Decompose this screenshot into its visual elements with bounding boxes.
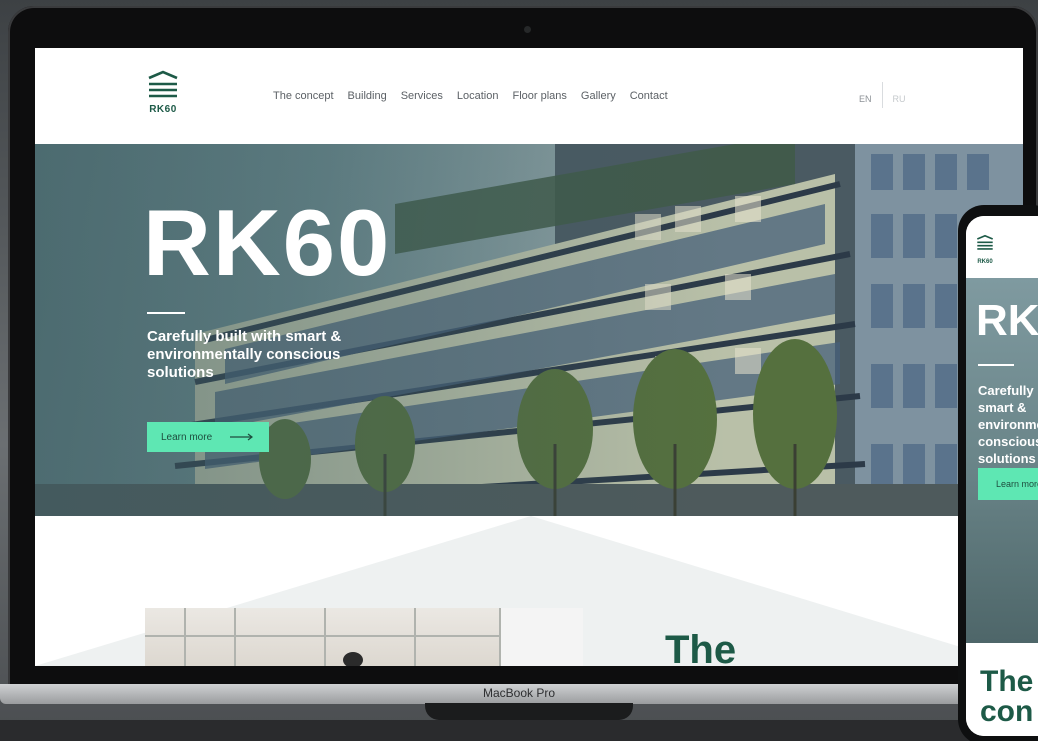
lang-current[interactable]: EN bbox=[859, 94, 872, 104]
mobile-section-title-line2: con bbox=[980, 695, 1034, 728]
device-label: MacBook Pro bbox=[482, 686, 556, 700]
language-switcher: EN RU bbox=[859, 82, 906, 108]
mobile-hero-subtitle: Carefully built with smart & environment… bbox=[978, 383, 1038, 466]
mobile-header: RK60 bbox=[966, 216, 1038, 278]
nav-item-contact[interactable]: Contact bbox=[630, 90, 668, 102]
nav-item-building[interactable]: Building bbox=[348, 90, 387, 102]
floor bbox=[0, 720, 1038, 741]
nav-item-location[interactable]: Location bbox=[457, 90, 499, 102]
arrow-right-icon bbox=[230, 433, 254, 441]
site-header: RK60 The concept Building Services Locat… bbox=[35, 48, 1023, 144]
logo-stack-icon bbox=[148, 70, 178, 98]
learn-more-label: Learn more bbox=[161, 431, 213, 443]
logo[interactable]: RK60 bbox=[143, 70, 183, 122]
nav-item-services[interactable]: Services bbox=[401, 90, 443, 102]
laptop-notch bbox=[425, 703, 633, 720]
lang-other[interactable]: RU bbox=[893, 94, 906, 104]
camera-dot bbox=[524, 26, 531, 33]
hero-section: RK60 Carefully built with smart & enviro… bbox=[35, 144, 1023, 516]
mobile-learn-more-button[interactable]: Learn more bbox=[978, 468, 1038, 500]
hero-title: RK60 bbox=[143, 190, 392, 295]
phone-screen: RK60 RK60 Carefully built with smart & e… bbox=[966, 216, 1038, 736]
main-nav: The concept Building Services Location F… bbox=[273, 90, 668, 102]
concept-section: The bbox=[35, 516, 1023, 666]
mobile-concept-section: The con bbox=[966, 643, 1038, 736]
nav-item-the-concept[interactable]: The concept bbox=[273, 90, 334, 102]
nav-item-gallery[interactable]: Gallery bbox=[581, 90, 616, 102]
mobile-section-title: The bbox=[980, 665, 1034, 698]
mobile-logo[interactable]: RK60 bbox=[974, 234, 996, 265]
section-title: The bbox=[665, 628, 737, 666]
mobile-hero: RK60 Carefully built with smart & enviro… bbox=[966, 278, 1038, 643]
hero-subtitle: Carefully built with smart & environment… bbox=[147, 328, 342, 381]
nav-item-floor-plans[interactable]: Floor plans bbox=[512, 90, 566, 102]
mobile-logo-text: RK60 bbox=[977, 259, 993, 265]
learn-more-button[interactable]: Learn more bbox=[147, 422, 269, 452]
logo-text: RK60 bbox=[149, 104, 177, 115]
mobile-hero-divider bbox=[978, 364, 1014, 366]
lang-divider bbox=[881, 82, 883, 108]
interior-photo bbox=[145, 608, 583, 666]
laptop-screen: RK60 The concept Building Services Locat… bbox=[35, 48, 1023, 666]
mobile-hero-title: RK60 bbox=[976, 296, 1038, 345]
logo-stack-icon bbox=[976, 234, 994, 250]
hero-divider bbox=[147, 312, 185, 314]
